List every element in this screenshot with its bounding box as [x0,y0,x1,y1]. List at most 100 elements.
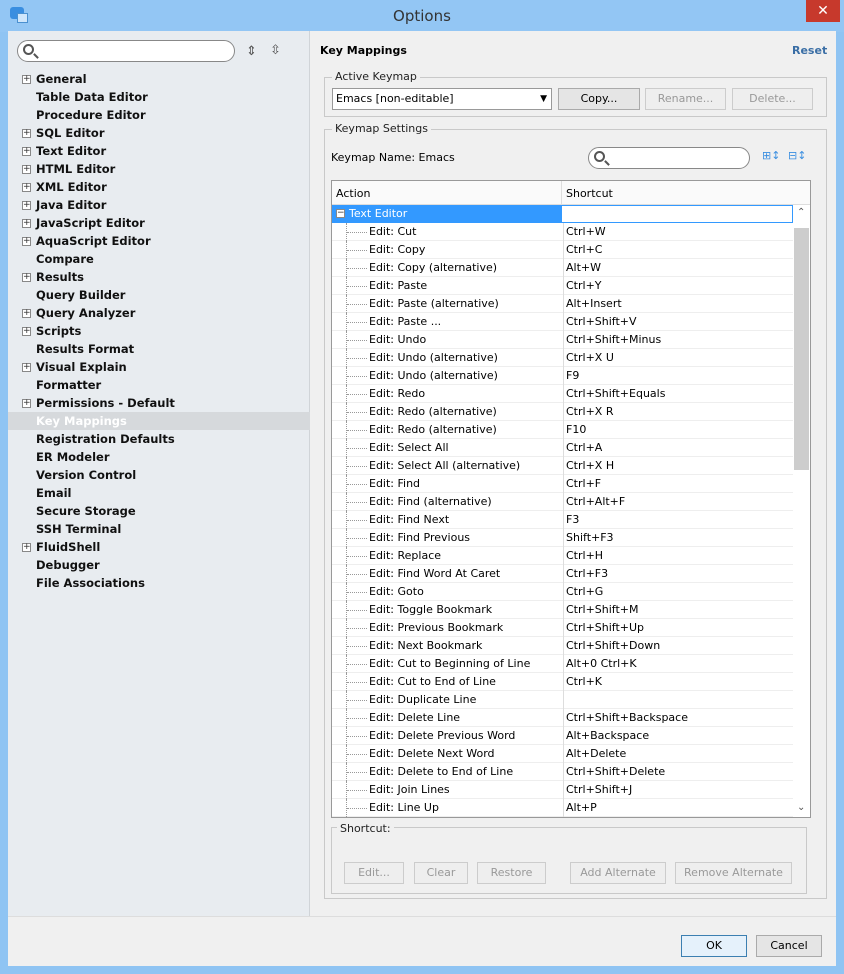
scrollbar[interactable]: ⌃ ⌄ [793,205,810,817]
expand-tree-icon[interactable]: ⊞↕ [762,149,780,162]
expand-icon[interactable]: + [22,399,31,408]
table-row[interactable]: Edit: Find Word At Caret Ctrl+F3 [332,565,793,583]
sidebar-item[interactable]: Secure Storage [8,502,310,520]
sidebar-item[interactable]: Results Format [8,340,310,358]
table-row[interactable]: Edit: Copy Ctrl+C [332,241,793,259]
sidebar-item[interactable]: + Text Editor [8,142,310,160]
sidebar-item[interactable]: Version Control [8,466,310,484]
expand-icon[interactable]: + [22,165,31,174]
table-row[interactable]: Edit: Cut to End of Line Ctrl+K [332,673,793,691]
table-row[interactable]: Edit: Cut Ctrl+W [332,223,793,241]
expand-icon[interactable]: + [22,183,31,192]
sidebar-item[interactable]: ER Modeler [8,448,310,466]
scroll-up-icon[interactable]: ⌃ [797,207,805,218]
expand-icon[interactable]: + [22,363,31,372]
table-row[interactable]: Edit: Next Bookmark Ctrl+Shift+Down [332,637,793,655]
table-row[interactable]: Edit: Paste ... Ctrl+Shift+V [332,313,793,331]
column-header-shortcut[interactable]: Shortcut [561,181,613,205]
expand-icon[interactable]: + [22,201,31,210]
sidebar-item[interactable]: + Scripts [8,322,310,340]
clear-button[interactable]: Clear [414,862,468,884]
sidebar-item[interactable]: + JavaScript Editor [8,214,310,232]
sidebar-item[interactable]: Email [8,484,310,502]
table-row[interactable]: Edit: Find Ctrl+F [332,475,793,493]
close-button[interactable]: ✕ [806,0,840,22]
sidebar-item[interactable]: + Results [8,268,310,286]
table-row[interactable]: Edit: Toggle Bookmark Ctrl+Shift+M [332,601,793,619]
sidebar-item[interactable]: Query Builder [8,286,310,304]
table-row[interactable]: Edit: Undo (alternative) Ctrl+X U [332,349,793,367]
table-row[interactable]: Edit: Cut to Beginning of Line Alt+0 Ctrl… [332,655,793,673]
sidebar-item[interactable]: Key Mappings [8,412,310,430]
rename-button[interactable]: Rename... [645,88,726,110]
table-row[interactable]: Edit: Find Previous Shift+F3 [332,529,793,547]
sidebar-search-input[interactable] [17,40,235,62]
expand-icon[interactable]: + [22,147,31,156]
sidebar-item[interactable]: Compare [8,250,310,268]
sidebar-item[interactable]: Debugger [8,556,310,574]
edit-button[interactable]: Edit... [344,862,404,884]
table-row[interactable]: Edit: Undo (alternative) F9 [332,367,793,385]
sidebar-item[interactable]: + SQL Editor [8,124,310,142]
scrollbar-thumb[interactable] [794,228,809,470]
table-row[interactable]: Edit: Goto Ctrl+G [332,583,793,601]
keymap-select[interactable]: Emacs [non-editable] ▼ [332,88,552,110]
table-row[interactable]: Edit: Delete to End of Line Ctrl+Shift+De… [332,763,793,781]
expand-all-icon[interactable]: ⇕ [246,44,257,59]
expand-icon[interactable]: + [22,237,31,246]
sidebar-item[interactable]: SSH Terminal [8,520,310,538]
sidebar-item[interactable]: Registration Defaults [8,430,310,448]
action-search-input[interactable] [588,147,750,169]
table-row[interactable]: Edit: Redo Ctrl+Shift+Equals [332,385,793,403]
sidebar-item[interactable]: + HTML Editor [8,160,310,178]
sidebar-item[interactable]: + Permissions - Default [8,394,310,412]
expand-icon[interactable]: + [22,273,31,282]
expand-icon[interactable]: + [22,75,31,84]
table-row[interactable]: Edit: Find Next F3 [332,511,793,529]
collapse-all-icon[interactable]: ⇳ [270,43,281,58]
table-row[interactable]: Edit: Delete Next Word Alt+Delete [332,745,793,763]
expand-icon[interactable]: + [22,543,31,552]
copy-button[interactable]: Copy... [558,88,640,110]
table-row[interactable]: Edit: Paste Ctrl+Y [332,277,793,295]
collapse-tree-icon[interactable]: ⊟↕ [788,149,806,162]
sidebar-item[interactable]: File Associations [8,574,310,592]
collapse-icon[interactable]: − [336,209,345,218]
table-row[interactable]: Edit: Delete Previous Word Alt+Backspace [332,727,793,745]
delete-button[interactable]: Delete... [732,88,813,110]
table-row[interactable]: Edit: Paste (alternative) Alt+Insert [332,295,793,313]
tree-group-text-editor[interactable]: − Text Editor [332,205,793,223]
table-row[interactable]: Edit: Join Lines Ctrl+Shift+J [332,781,793,799]
table-row[interactable]: Edit: Replace Ctrl+H [332,547,793,565]
sidebar-item[interactable]: Formatter [8,376,310,394]
reset-link[interactable]: Reset [792,44,827,57]
expand-icon[interactable]: + [22,129,31,138]
expand-icon[interactable]: + [22,309,31,318]
table-row[interactable]: Edit: Duplicate Line [332,691,793,709]
table-row[interactable]: Edit: Redo (alternative) F10 [332,421,793,439]
sidebar-item[interactable]: + XML Editor [8,178,310,196]
sidebar-item[interactable]: + General [8,70,310,88]
add-alternate-button[interactable]: Add Alternate [570,862,666,884]
table-row[interactable]: Edit: Select All (alternative) Ctrl+X H [332,457,793,475]
expand-icon[interactable]: + [22,219,31,228]
ok-button[interactable]: OK [681,935,747,957]
sidebar-item[interactable]: + Query Analyzer [8,304,310,322]
expand-icon[interactable]: + [22,327,31,336]
sidebar-item[interactable]: + Java Editor [8,196,310,214]
table-row[interactable]: Edit: Redo (alternative) Ctrl+X R [332,403,793,421]
sidebar-item[interactable]: + AquaScript Editor [8,232,310,250]
cancel-button[interactable]: Cancel [756,935,822,957]
table-row[interactable]: Edit: Previous Bookmark Ctrl+Shift+Up [332,619,793,637]
remove-alternate-button[interactable]: Remove Alternate [675,862,792,884]
table-row[interactable]: Edit: Undo Ctrl+Shift+Minus [332,331,793,349]
table-row[interactable]: Edit: Find (alternative) Ctrl+Alt+F [332,493,793,511]
table-row[interactable]: Edit: Line Up Alt+P [332,799,793,817]
sidebar-item[interactable]: + Visual Explain [8,358,310,376]
column-header-action[interactable]: Action [336,187,370,200]
scroll-down-icon[interactable]: ⌄ [797,802,805,813]
sidebar-item[interactable]: Procedure Editor [8,106,310,124]
sidebar-item[interactable]: + FluidShell [8,538,310,556]
table-row[interactable]: Edit: Select All Ctrl+A [332,439,793,457]
table-row[interactable]: Edit: Copy (alternative) Alt+W [332,259,793,277]
